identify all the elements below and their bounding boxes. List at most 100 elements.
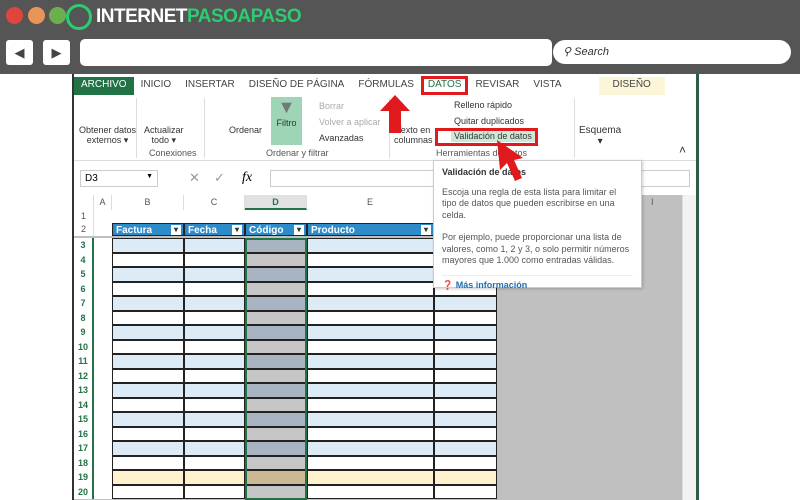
table-cell[interactable] — [307, 296, 434, 311]
table-cell[interactable] — [184, 252, 245, 267]
table-cell[interactable] — [307, 267, 434, 282]
cell-a2[interactable] — [94, 223, 112, 236]
row-header-16[interactable]: 16 — [74, 426, 94, 441]
borrar-button[interactable]: Borrar — [319, 101, 344, 111]
volver-aplicar-button[interactable]: Volver a aplicar — [319, 117, 381, 127]
cell-a14[interactable] — [94, 397, 112, 412]
row-header-13[interactable]: 13 — [74, 383, 94, 398]
cell-a20[interactable] — [94, 484, 112, 499]
table-header-fecha[interactable]: Fecha ▾ — [184, 223, 245, 236]
filter-dropdown-icon[interactable]: ▾ — [294, 225, 304, 235]
select-all-corner[interactable] — [74, 195, 94, 210]
table-cell[interactable] — [434, 310, 497, 325]
row-header-6[interactable]: 6 — [74, 281, 94, 296]
cell-a12[interactable] — [94, 368, 112, 383]
column-header-d[interactable]: D — [245, 195, 307, 210]
table-cell[interactable] — [184, 281, 245, 296]
cell-a15[interactable] — [94, 412, 112, 427]
row-header-3[interactable]: 3 — [74, 238, 94, 253]
table-cell[interactable] — [184, 470, 245, 485]
table-cell[interactable] — [112, 484, 184, 499]
filter-dropdown-icon[interactable]: ▾ — [232, 225, 242, 235]
cell-a6[interactable] — [94, 281, 112, 296]
vertical-scrollbar[interactable] — [682, 195, 696, 500]
cancel-icon[interactable]: ✕ — [189, 170, 200, 186]
table-cell[interactable] — [434, 397, 497, 412]
address-bar[interactable] — [80, 39, 552, 66]
actualizar-button[interactable]: Actualizar todo ▾ — [144, 125, 184, 146]
row-header-5[interactable]: 5 — [74, 267, 94, 282]
table-cell[interactable] — [434, 412, 497, 427]
row-header-20[interactable]: 20 — [74, 484, 94, 499]
table-cell[interactable] — [184, 310, 245, 325]
tab-datos[interactable]: DATOS — [420, 76, 469, 95]
table-cell[interactable] — [112, 470, 184, 485]
table-cell[interactable] — [307, 238, 434, 253]
row-header-17[interactable]: 17 — [74, 441, 94, 456]
tab-vista[interactable]: VISTA — [526, 77, 568, 95]
table-cell[interactable] — [307, 281, 434, 296]
table-cell[interactable] — [434, 426, 497, 441]
row-header-1[interactable]: 1 — [74, 210, 94, 223]
table-cell[interactable] — [434, 368, 497, 383]
table-cell[interactable] — [307, 397, 434, 412]
enter-icon[interactable]: ✓ — [214, 170, 225, 186]
table-cell[interactable] — [184, 325, 245, 340]
table-cell[interactable] — [184, 296, 245, 311]
row-header-15[interactable]: 15 — [74, 412, 94, 427]
table-cell[interactable] — [307, 455, 434, 470]
row-header-7[interactable]: 7 — [74, 296, 94, 311]
table-cell[interactable] — [112, 412, 184, 427]
table-cell[interactable] — [112, 368, 184, 383]
cell-a5[interactable] — [94, 267, 112, 282]
maximize-dot[interactable] — [49, 7, 66, 24]
table-cell[interactable] — [307, 339, 434, 354]
column-header-e[interactable]: E — [307, 195, 434, 210]
table-cell[interactable] — [184, 238, 245, 253]
table-cell[interactable] — [307, 484, 434, 499]
cell-a3[interactable] — [94, 238, 112, 253]
row-header-11[interactable]: 11 — [74, 354, 94, 369]
quitar-duplicados-button[interactable]: Quitar duplicados — [454, 116, 524, 126]
table-cell[interactable] — [434, 441, 497, 456]
back-button[interactable]: ◀ — [6, 40, 33, 65]
table-cell[interactable] — [112, 310, 184, 325]
table-cell[interactable] — [112, 354, 184, 369]
esquema-button[interactable]: Esquema ▾ — [579, 125, 621, 147]
table-header-código[interactable]: Código ▾ — [245, 223, 307, 236]
search-input[interactable]: ⚲ Search — [553, 40, 791, 64]
table-header-producto[interactable]: Producto ▾ — [307, 223, 434, 236]
row-header-2[interactable]: 2 — [74, 223, 94, 236]
table-cell[interactable] — [307, 470, 434, 485]
relleno-rapido-button[interactable]: Relleno rápido — [454, 100, 512, 110]
table-cell[interactable] — [434, 325, 497, 340]
table-cell[interactable] — [112, 267, 184, 282]
row-header-12[interactable]: 12 — [74, 368, 94, 383]
filter-dropdown-icon[interactable]: ▾ — [171, 225, 181, 235]
table-cell[interactable] — [434, 339, 497, 354]
tab-revisar[interactable]: REVISAR — [468, 77, 526, 95]
table-cell[interactable] — [184, 383, 245, 398]
cell-a18[interactable] — [94, 455, 112, 470]
tab-diseno[interactable]: DISEÑO — [598, 77, 665, 95]
table-cell[interactable] — [112, 426, 184, 441]
table-cell[interactable] — [112, 441, 184, 456]
table-cell[interactable] — [184, 354, 245, 369]
column-header-b[interactable]: B — [112, 195, 184, 210]
table-cell[interactable] — [307, 383, 434, 398]
cell-a4[interactable] — [94, 252, 112, 267]
table-cell[interactable] — [184, 426, 245, 441]
table-cell[interactable] — [112, 296, 184, 311]
tab-insertar[interactable]: INSERTAR — [178, 77, 242, 95]
table-cell[interactable] — [112, 238, 184, 253]
row-header-10[interactable]: 10 — [74, 339, 94, 354]
table-cell[interactable] — [112, 252, 184, 267]
tab-formulas[interactable]: FÓRMULAS — [351, 77, 421, 95]
tab-archivo[interactable]: ARCHIVO — [74, 77, 134, 95]
selected-column-d[interactable] — [245, 238, 307, 500]
tab-diseno-pagina[interactable]: DISEÑO DE PÁGINA — [242, 77, 352, 95]
table-cell[interactable] — [434, 455, 497, 470]
close-dot[interactable] — [6, 7, 23, 24]
table-cell[interactable] — [184, 455, 245, 470]
row-header-14[interactable]: 14 — [74, 397, 94, 412]
